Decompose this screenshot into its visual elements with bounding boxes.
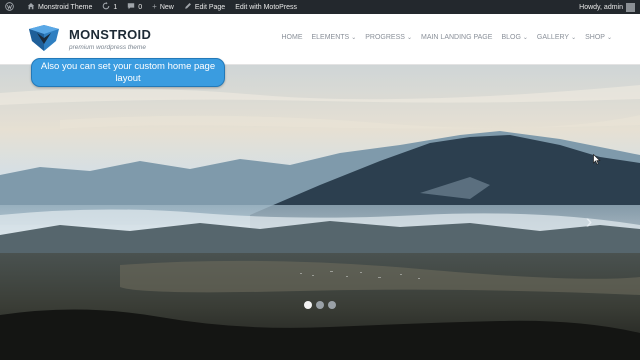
chevron-down-icon: ⌄: [351, 35, 357, 41]
slider-dot[interactable]: [316, 301, 324, 309]
wordpress-logo-icon: [5, 1, 14, 13]
chevron-down-icon: ⌄: [571, 35, 577, 41]
site-tagline: premium wordpress theme: [69, 44, 146, 51]
mouse-cursor-icon: [593, 152, 601, 170]
site-name-link[interactable]: Monstroid Theme: [22, 0, 97, 14]
comments-link[interactable]: 0: [122, 0, 147, 14]
site-title[interactable]: MONSTROID: [69, 27, 151, 42]
plus-icon: +: [152, 2, 157, 11]
nav-item-label: BLOG: [501, 34, 521, 41]
nav-item-label: GALLERY: [536, 34, 570, 41]
wordpress-menu[interactable]: [0, 0, 22, 14]
home-layout-tooltip: Also you can set your custom home page l…: [31, 58, 225, 87]
howdy-label: Howdy, admin: [579, 3, 623, 11]
chevron-down-icon: ⌄: [522, 35, 528, 41]
hero-slider: [0, 65, 640, 360]
nav-item-progress[interactable]: PROGRESS ⌄: [365, 34, 412, 41]
nav-item-label: SHOP: [585, 34, 605, 41]
slider-dot[interactable]: [304, 301, 312, 309]
updates-count: 1: [113, 3, 118, 11]
home-icon: [27, 2, 35, 12]
edit-with-motopress-link[interactable]: Edit with MotoPress: [230, 0, 302, 14]
new-content-link[interactable]: + New: [147, 0, 179, 14]
nav-item-gallery[interactable]: GALLERY ⌄: [537, 34, 576, 41]
updates-link[interactable]: 1: [97, 0, 122, 14]
wp-admin-bar: Monstroid Theme 1 0 + New Edit Page Edit…: [0, 0, 640, 14]
site-name-label: Monstroid Theme: [38, 3, 93, 11]
nav-item-elements[interactable]: ELEMENTS ⌄: [312, 34, 357, 41]
nav-item-label: MAIN LANDING PAGE: [420, 34, 493, 41]
nav-item-label: PROGRESS: [365, 34, 405, 41]
edit-with-motopress-label: Edit with MotoPress: [235, 3, 298, 11]
nav-item-main-landing-page[interactable]: MAIN LANDING PAGE: [421, 34, 492, 41]
my-account-menu[interactable]: Howdy, admin: [574, 0, 640, 14]
nav-item-blog[interactable]: BLOG ⌄: [501, 34, 527, 41]
nav-item-label: ELEMENTS: [311, 34, 350, 41]
updates-icon: [102, 2, 110, 12]
avatar: [626, 2, 635, 12]
chevron-down-icon: ⌄: [406, 35, 412, 41]
nav-item-shop[interactable]: SHOP ⌄: [585, 34, 612, 41]
new-label: New: [159, 3, 174, 11]
slider-dot[interactable]: [328, 301, 336, 309]
edit-page-link[interactable]: Edit Page: [179, 0, 230, 14]
slider-next-arrow[interactable]: ›: [581, 212, 597, 232]
edit-page-label: Edit Page: [194, 3, 226, 11]
nav-item-label: HOME: [281, 34, 303, 41]
comments-count: 0: [138, 3, 143, 11]
nav-item-home[interactable]: HOME: [282, 34, 303, 41]
main-navigation: HOME ELEMENTS ⌄ PROGRESS ⌄ MAIN LANDING PAGE B…: [282, 34, 613, 41]
pencil-icon: [184, 2, 192, 12]
slider-pagination: [304, 301, 336, 309]
monstroid-logo-icon[interactable]: [27, 23, 61, 53]
chevron-down-icon: ⌄: [606, 35, 612, 41]
comment-icon: [127, 2, 135, 12]
hero-landscape-image: [0, 65, 640, 360]
